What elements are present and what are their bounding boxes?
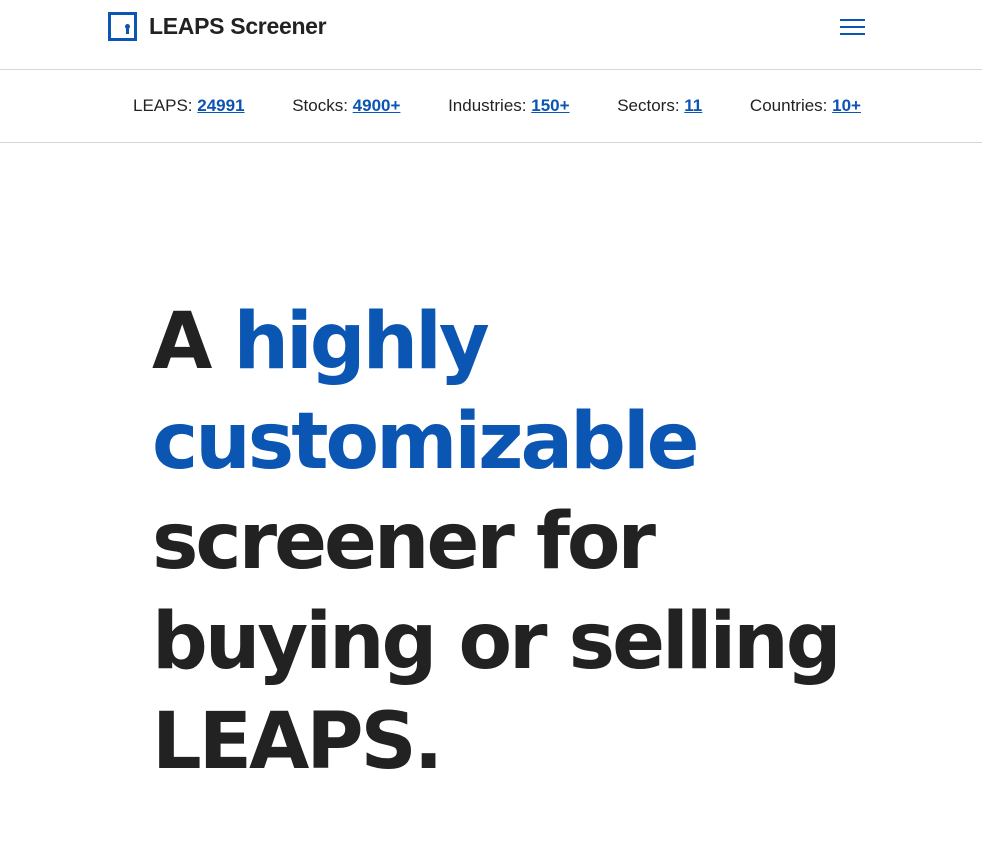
stat-countries: Countries: 10+: [750, 96, 861, 116]
stat-stocks-link[interactable]: 4900+: [353, 96, 401, 115]
stat-label: Industries:: [448, 96, 532, 115]
menu-line: [840, 26, 865, 28]
keyhole-stem: [126, 28, 129, 34]
stat-leaps: LEAPS: 24991: [133, 96, 245, 116]
hamburger-menu-icon[interactable]: [840, 17, 866, 37]
stat-label: Stocks:: [292, 96, 353, 115]
stat-leaps-link[interactable]: 24991: [197, 96, 244, 115]
menu-line: [840, 33, 865, 35]
top-navigation-bar: LEAPS Screener: [0, 0, 982, 70]
stat-sectors: Sectors: 11: [617, 96, 702, 116]
menu-line: [840, 19, 865, 21]
stat-countries-link[interactable]: 10+: [832, 96, 861, 115]
stats-row: LEAPS: 24991 Stocks: 4900+ Industries: 1…: [133, 96, 861, 116]
stat-label: LEAPS:: [133, 96, 198, 115]
stat-label: Countries:: [749, 96, 833, 115]
hero-text-end: screener for buying or selling LEAPS.: [152, 497, 842, 787]
stat-stocks: Stocks: 4900+: [292, 96, 400, 116]
hero-text-accent: highly customizable: [152, 297, 700, 487]
keyhole-door-icon: [108, 12, 137, 41]
stats-bar: LEAPS: 24991 Stocks: 4900+ Industries: 1…: [0, 70, 982, 143]
stat-label: Sectors:: [617, 96, 685, 115]
stat-sectors-link[interactable]: 11: [684, 96, 702, 115]
hero-headline: A highly customizable screener for buyin…: [152, 292, 852, 792]
logo-link[interactable]: LEAPS Screener: [108, 12, 327, 41]
stat-industries: Industries: 150+: [448, 96, 569, 116]
stat-industries-link[interactable]: 150+: [531, 96, 569, 115]
logo-text: LEAPS Screener: [149, 13, 327, 39]
hero-text-start: A: [152, 297, 234, 387]
